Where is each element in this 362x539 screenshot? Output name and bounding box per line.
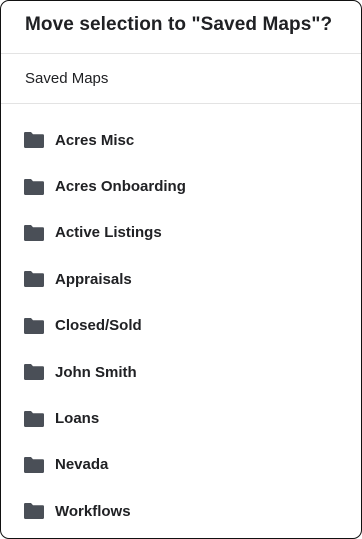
folder-icon: [24, 178, 44, 195]
folder-label: Acres Misc: [55, 131, 135, 149]
folder-label: Active Listings: [55, 224, 162, 242]
folder-item-john-smith[interactable]: John Smith: [1, 349, 361, 395]
folder-item-acres-misc[interactable]: Acres Misc: [1, 117, 361, 163]
folder-item-closed-sold[interactable]: Closed/Sold: [1, 303, 361, 349]
folder-icon: [24, 271, 44, 288]
dialog-title: Move selection to "Saved Maps"?: [25, 14, 333, 35]
folder-icon: [24, 132, 44, 149]
folder-label: Loans: [55, 410, 100, 428]
folder-item-workflows[interactable]: Workflows: [1, 488, 361, 534]
breadcrumb-divider: [1, 103, 361, 104]
folder-label: Acres Onboarding: [55, 178, 186, 196]
move-dialog: Move selection to "Saved Maps"? Saved Ma…: [0, 0, 362, 539]
folder-label: John Smith: [55, 363, 137, 381]
folder-item-appraisals[interactable]: Appraisals: [1, 256, 361, 302]
folder-label: Appraisals: [55, 270, 132, 288]
folder-label: Nevada: [55, 456, 109, 474]
folder-icon: [24, 317, 44, 334]
folder-item-loans[interactable]: Loans: [1, 395, 361, 441]
folder-icon: [24, 456, 44, 473]
folder-label: Workflows: [55, 502, 131, 520]
folder-label: Closed/Sold: [55, 317, 142, 335]
folder-item-active-listings[interactable]: Active Listings: [1, 210, 361, 256]
folder-icon: [24, 224, 44, 241]
folder-list: Acres Misc Acres Onboarding Active Listi…: [1, 117, 361, 535]
folder-icon: [24, 410, 44, 427]
breadcrumb-saved-maps[interactable]: Saved Maps: [25, 70, 108, 87]
folder-item-acres-onboarding[interactable]: Acres Onboarding: [1, 163, 361, 209]
folder-icon: [24, 503, 44, 520]
folder-item-nevada[interactable]: Nevada: [1, 442, 361, 488]
folder-icon: [24, 364, 44, 381]
title-divider: [1, 53, 361, 54]
